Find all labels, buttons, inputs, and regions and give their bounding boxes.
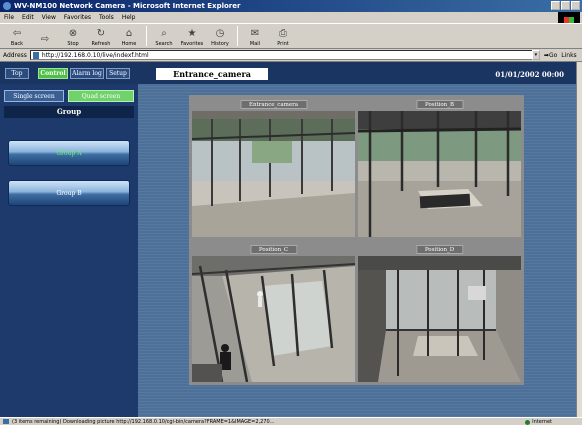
toolbar-separator <box>146 26 147 46</box>
camera-label: Entrance_camera <box>239 100 308 109</box>
home-icon: ⌂ <box>125 28 133 39</box>
menu-edit[interactable]: Edit <box>22 14 34 21</box>
camera-image[interactable] <box>358 256 521 382</box>
search-icon: ⌕ <box>161 28 167 39</box>
minimize-button[interactable] <box>551 1 560 10</box>
stop-icon: ⊗ <box>68 28 78 39</box>
quad-camera-grid: Entrance_camera Position_B Position_C Po… <box>189 95 524 385</box>
camera-image[interactable] <box>192 256 355 382</box>
forward-arrow-icon: ⇨ <box>40 34 50 45</box>
tab-setup[interactable]: Setup <box>106 68 130 79</box>
status-text: (3 items remaining) Downloading picture … <box>12 418 275 425</box>
back-arrow-icon: ⇦ <box>12 28 22 39</box>
camera-view-1[interactable]: Entrance_camera <box>192 98 355 237</box>
camera-feed-image <box>358 256 521 382</box>
tab-alarm-log[interactable]: Alarm log <box>70 68 104 79</box>
menu-file[interactable]: File <box>4 14 14 21</box>
address-bar: Address http://192.168.0.10/live/indexf.… <box>0 49 582 62</box>
camera-label: Position_D <box>415 245 464 254</box>
history-button[interactable]: ◷ History <box>207 27 233 48</box>
refresh-button[interactable]: ↻ Refresh <box>88 27 114 48</box>
address-dropdown-button[interactable]: ▾ <box>531 50 540 60</box>
window-title-bar: WV-NM100 Network Camera - Microsoft Inte… <box>0 0 582 12</box>
mail-icon: ✉ <box>250 28 260 39</box>
status-bar: (3 items remaining) Downloading picture … <box>0 417 582 425</box>
favorites-icon: ★ <box>187 28 197 39</box>
vertical-scrollbar[interactable] <box>576 62 582 417</box>
home-button[interactable]: ⌂ Home <box>116 27 142 48</box>
quad-screen-button[interactable]: Quad screen <box>68 90 134 102</box>
address-url: http://192.168.0.10/live/indexf.html <box>41 51 149 59</box>
tab-control[interactable]: Control <box>38 68 68 79</box>
date-time: 01/01/2002 00:00 <box>495 70 564 79</box>
page-loading-icon <box>3 419 9 424</box>
menu-help[interactable]: Help <box>122 14 136 21</box>
print-button[interactable]: ⎙ Print <box>270 27 296 48</box>
forward-button[interactable]: ⇨ <box>32 33 58 48</box>
page-icon <box>32 51 39 59</box>
group-header: Group <box>4 106 134 118</box>
search-button[interactable]: ⌕ Search <box>151 27 177 48</box>
refresh-icon: ↻ <box>96 28 106 39</box>
browser-toolbar: ⇦ Back ⇨ ⊗ Stop ↻ Refresh ⌂ Home ⌕ Searc… <box>0 23 582 49</box>
single-screen-button[interactable]: Single screen <box>4 90 64 102</box>
back-button[interactable]: ⇦ Back <box>4 27 30 48</box>
camera-image[interactable] <box>192 111 355 237</box>
camera-view-2[interactable]: Position_B <box>358 98 521 237</box>
menu-favorites[interactable]: Favorites <box>64 14 91 21</box>
maximize-button[interactable] <box>561 1 570 10</box>
internet-globe-icon <box>525 419 531 425</box>
toolbar-separator <box>237 26 238 46</box>
history-icon: ◷ <box>215 28 225 39</box>
stop-button[interactable]: ⊗ Stop <box>60 27 86 48</box>
camera-view-3[interactable]: Position_C <box>192 243 355 382</box>
address-label: Address <box>3 51 27 59</box>
camera-feed-image <box>192 111 355 237</box>
camera-label: Position_C <box>249 245 298 254</box>
group-a-button[interactable]: Group A <box>8 140 130 166</box>
group-b-button[interactable]: Group B <box>8 180 130 206</box>
ie-logo-icon <box>3 2 11 10</box>
print-icon: ⎙ <box>279 28 287 39</box>
page-content: Top Control Alarm log Setup Entrance_cam… <box>0 62 576 417</box>
window-controls <box>551 1 580 10</box>
camera-label: Position_B <box>416 100 463 109</box>
left-panel: Single screen Quad screen Group Group A … <box>0 84 138 417</box>
camera-image[interactable] <box>358 111 521 237</box>
security-zone: Internet <box>525 419 552 425</box>
camera-feed-image <box>358 111 521 237</box>
favorites-button[interactable]: ★ Favorites <box>179 27 205 48</box>
menu-bar: File Edit View Favorites Tools Help <box>0 12 582 23</box>
camera-title: Entrance_camera <box>156 68 268 80</box>
menu-view[interactable]: View <box>42 14 56 21</box>
go-button[interactable]: ➡Go <box>544 52 557 59</box>
address-input[interactable]: http://192.168.0.10/live/indexf.html <box>29 50 540 60</box>
window-title: WV-NM100 Network Camera - Microsoft Inte… <box>14 2 241 10</box>
links-button[interactable]: Links <box>561 52 576 59</box>
mail-button[interactable]: ✉ Mail <box>242 27 268 48</box>
close-button[interactable] <box>571 1 580 10</box>
camera-feed-image <box>192 256 355 382</box>
camera-view-4[interactable]: Position_D <box>358 243 521 382</box>
tab-top[interactable]: Top <box>5 68 29 79</box>
menu-tools[interactable]: Tools <box>99 14 114 21</box>
top-navigation: Top Control Alarm log Setup Entrance_cam… <box>0 62 576 84</box>
